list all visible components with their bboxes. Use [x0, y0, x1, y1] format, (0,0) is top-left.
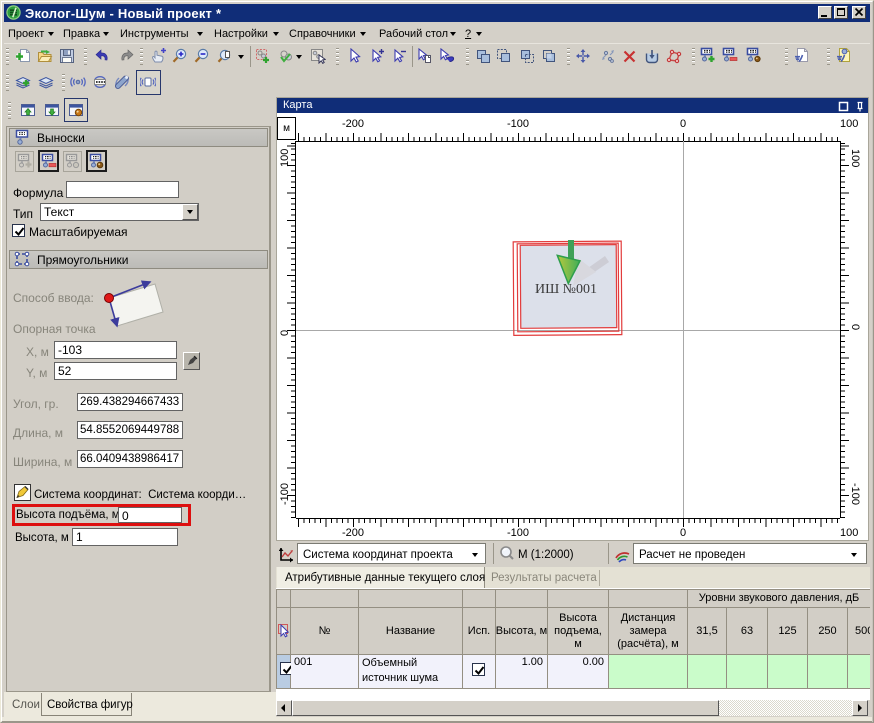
svg-text:ИШ №001: ИШ №001 — [535, 282, 597, 297]
